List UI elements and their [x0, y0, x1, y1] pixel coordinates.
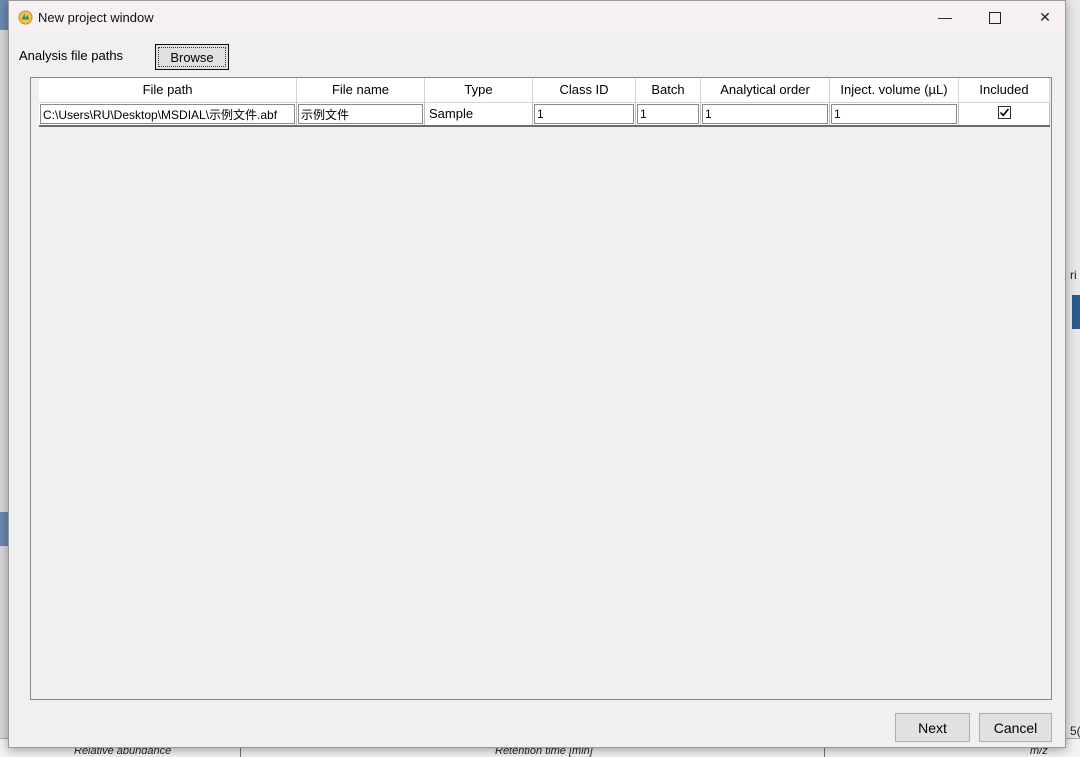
browse-button[interactable]: Browse: [155, 44, 229, 70]
type-value[interactable]: Sample: [426, 104, 531, 124]
included-cell[interactable]: [959, 103, 1050, 125]
column-header-analytical-order[interactable]: Analytical order: [701, 78, 830, 102]
analytical-order-field[interactable]: [702, 104, 828, 124]
grid-header: File path File name Type Class ID Batch …: [39, 78, 1050, 103]
batch-cell[interactable]: [636, 103, 701, 125]
column-header-class-id[interactable]: Class ID: [533, 78, 636, 102]
batch-field[interactable]: [637, 104, 699, 124]
msdial-app-icon: [18, 10, 33, 25]
next-button[interactable]: Next: [895, 713, 970, 742]
background-text-fragment: ri: [1070, 268, 1077, 282]
cancel-button[interactable]: Cancel: [979, 713, 1052, 742]
checkmark-icon: [999, 108, 1009, 117]
class-id-field[interactable]: [534, 104, 634, 124]
background-blue-tile: [1072, 295, 1080, 329]
background-left-panel: [0, 512, 8, 546]
column-header-batch[interactable]: Batch: [636, 78, 701, 102]
close-button[interactable]: ✕: [1020, 1, 1070, 33]
file-name-cell[interactable]: [297, 103, 425, 125]
background-text-fragment: 5(: [1070, 724, 1080, 738]
minimize-icon: —: [938, 9, 952, 25]
inject-volume-cell[interactable]: [830, 103, 959, 125]
maximize-button[interactable]: [970, 1, 1020, 33]
column-header-inject-volume[interactable]: Inject. volume (µL): [830, 78, 959, 102]
file-name-field[interactable]: [298, 104, 423, 124]
table-row[interactable]: Sample: [39, 103, 1050, 127]
column-header-type[interactable]: Type: [425, 78, 533, 102]
title-bar[interactable]: New project window — ✕: [9, 1, 1065, 33]
analysis-file-paths-label: Analysis file paths: [19, 48, 124, 63]
column-header-file-path[interactable]: File path: [39, 78, 297, 102]
maximize-icon: [989, 12, 1001, 25]
minimize-button[interactable]: —: [920, 1, 970, 33]
file-path-cell[interactable]: [39, 103, 297, 125]
close-icon: ✕: [1039, 9, 1051, 25]
analytical-order-cell[interactable]: [701, 103, 830, 125]
new-project-dialog: New project window — ✕ Analysis file pat…: [8, 0, 1066, 748]
file-path-field[interactable]: [40, 104, 295, 124]
analysis-file-grid: File path File name Type Class ID Batch …: [30, 77, 1052, 700]
background-right-panel: ri 5(: [1066, 0, 1080, 756]
type-cell[interactable]: Sample: [425, 103, 533, 125]
column-header-file-name[interactable]: File name: [297, 78, 425, 102]
included-checkbox[interactable]: [997, 106, 1011, 119]
class-id-cell[interactable]: [533, 103, 636, 125]
column-header-included[interactable]: Included: [959, 78, 1050, 102]
window-title: New project window: [38, 10, 154, 25]
inject-volume-field[interactable]: [831, 104, 957, 124]
